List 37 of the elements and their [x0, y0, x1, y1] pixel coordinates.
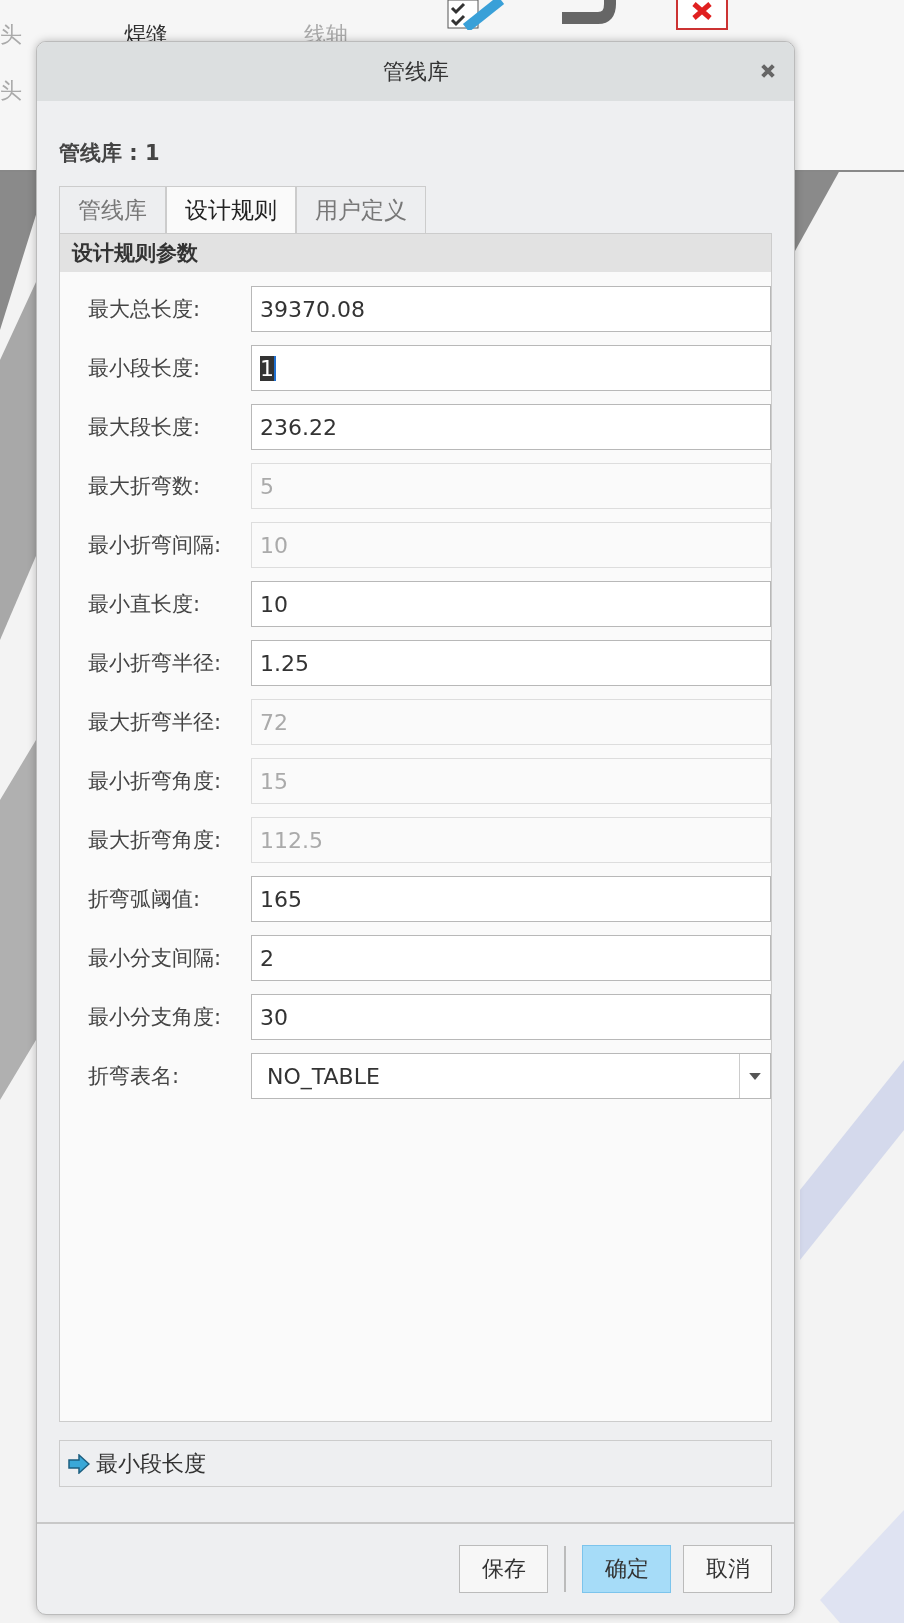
- input-field[interactable]: 10: [251, 581, 771, 627]
- input-field[interactable]: 30: [251, 994, 771, 1040]
- field-label: 最小直长度:: [87, 591, 202, 618]
- input-field[interactable]: 1: [251, 345, 771, 391]
- library-heading: 管线库 : 1: [59, 140, 161, 167]
- field-label: 最大折弯数:: [87, 473, 202, 500]
- input-field[interactable]: 1.25: [251, 640, 771, 686]
- tab[interactable]: 用户定义: [296, 186, 426, 233]
- section-header: 设计规则参数: [60, 234, 771, 272]
- tab[interactable]: 设计规则: [166, 186, 296, 233]
- field-label: 最小分支角度:: [87, 1004, 223, 1031]
- status-text: 最小段长度: [96, 1449, 206, 1478]
- dialog-button[interactable]: 取消: [683, 1545, 772, 1593]
- field-label: 最小折弯半径:: [87, 650, 223, 677]
- tab[interactable]: 管线库: [59, 186, 166, 233]
- field-label: 折弯弧阈值:: [87, 886, 202, 913]
- close-icon[interactable]: [676, 0, 728, 30]
- dialog-button[interactable]: 确定: [582, 1545, 671, 1593]
- close-icon[interactable]: [760, 63, 776, 79]
- field-label: 最小折弯角度:: [87, 768, 223, 795]
- field-label: 最大段长度:: [87, 414, 202, 441]
- dropdown-field[interactable]: NO_TABLE: [251, 1053, 771, 1099]
- field-label: 最小折弯间隔:: [87, 532, 223, 559]
- field-label: 折弯表名:: [87, 1063, 181, 1090]
- field-label: 最大总长度:: [87, 296, 202, 323]
- field-label: 最小分支间隔:: [87, 945, 223, 972]
- dialog-button[interactable]: 保存: [459, 1545, 548, 1593]
- input-field[interactable]: 236.22: [251, 404, 771, 450]
- field-label: 最大折弯半径:: [87, 709, 223, 736]
- input-field[interactable]: 39370.08: [251, 286, 771, 332]
- input-field[interactable]: 2: [251, 935, 771, 981]
- window-title: 管线库: [382, 57, 449, 86]
- caret-icon[interactable]: [749, 1072, 761, 1080]
- field-label: 最小段长度:: [87, 355, 202, 382]
- field-label: 最大折弯角度:: [87, 827, 223, 854]
- arrow-icon: [68, 1453, 90, 1474]
- input-field[interactable]: 165: [251, 876, 771, 922]
